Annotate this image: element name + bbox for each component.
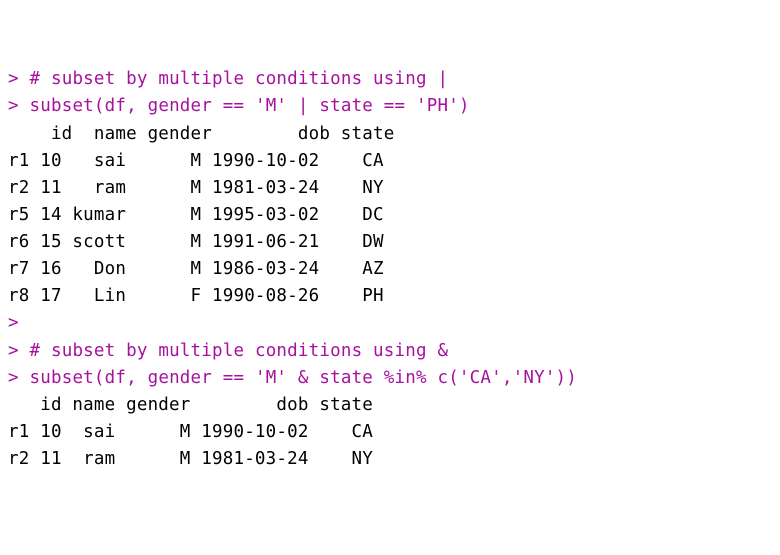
- code-text: subset(df, gender == 'M' & state %in% c(…: [30, 368, 578, 388]
- table2-row: r1 10 sai M 1990-10-02 CA: [8, 422, 373, 442]
- comment-line-2: > # subset by multiple conditions using …: [8, 341, 448, 361]
- comment-text: # subset by multiple conditions using |: [30, 69, 449, 89]
- table1-row: r2 11 ram M 1981-03-24 NY: [8, 178, 384, 198]
- table1-row: r5 14 kumar M 1995-03-02 DC: [8, 205, 384, 225]
- table1-row: r8 17 Lin F 1990-08-26 PH: [8, 286, 384, 306]
- comment-line-1: > # subset by multiple conditions using …: [8, 69, 448, 89]
- table2-row: r2 11 ram M 1981-03-24 NY: [8, 449, 373, 469]
- table1-row: r7 16 Don M 1986-03-24 AZ: [8, 259, 384, 279]
- code-line-2: > subset(df, gender == 'M' & state %in% …: [8, 368, 577, 388]
- prompt: >: [8, 368, 19, 388]
- prompt: >: [8, 341, 19, 361]
- prompt: >: [8, 313, 19, 333]
- table1-row: r6 15 scott M 1991-06-21 DW: [8, 232, 384, 252]
- comment-text: # subset by multiple conditions using &: [30, 341, 449, 361]
- prompt: >: [8, 96, 19, 116]
- table2-header: id name gender dob state: [8, 395, 373, 415]
- empty-prompt: >: [8, 313, 30, 333]
- code-text: subset(df, gender == 'M' | state == 'PH'…: [30, 96, 470, 116]
- table1-header: id name gender dob state: [8, 124, 395, 144]
- table1-row: r1 10 sai M 1990-10-02 CA: [8, 151, 384, 171]
- prompt: >: [8, 69, 19, 89]
- console-output: > # subset by multiple conditions using …: [8, 66, 772, 473]
- code-line-1: > subset(df, gender == 'M' | state == 'P…: [8, 96, 470, 116]
